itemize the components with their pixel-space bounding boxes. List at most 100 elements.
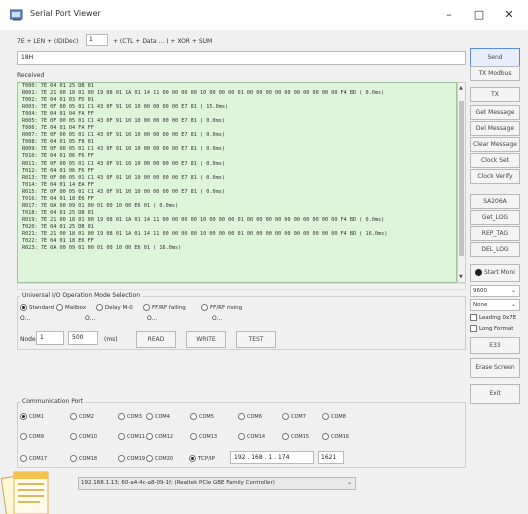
sidebar-button-rep-tag[interactable]: REP_TAG [470,226,520,241]
comm-port-radio[interactable] [20,433,27,440]
sidebar-button-tx[interactable]: TX [470,87,520,102]
comm-port-radio[interactable] [322,413,329,420]
log-line: T008: 7E 04 01 05 F8 01 [22,139,94,146]
title-bar: Serial Port Viewer – □ ✕ [0,0,528,30]
minimize-button[interactable]: – [435,5,463,25]
comm-port-radio[interactable] [146,455,153,462]
io-mode-option-2[interactable]: O... [147,315,157,322]
log-line: R019: 7E 21 00 18 01 00 19 08 01 1A 01 1… [22,216,385,223]
comm-port-radio[interactable] [190,433,197,440]
comm-port-radio[interactable] [322,433,329,440]
id-input[interactable]: 1 [86,34,108,46]
comm-port-radio[interactable] [70,455,77,462]
io-mode-title: Universal I/O Operation Mode Selection [20,292,143,299]
tcpip-label: TCP/IP [198,456,215,462]
io-mode-radio[interactable] [201,304,208,311]
log-line: T022: 7E 04 01 18 E6 FF [22,238,94,245]
node-input[interactable]: 1 [36,331,64,345]
log-line: T020: 7E 04 01 25 DB 01 [22,223,94,230]
comm-port-radio[interactable] [70,433,77,440]
window-title: Serial Port Viewer [30,9,101,18]
comm-port-label: COM5 [199,414,214,420]
ip-input[interactable]: 192 . 168 . 1 . 174 [230,451,314,464]
adapter-select[interactable]: 192.168.1.13; 60-a4-4c-a8-09-1f; (Realte… [78,477,356,490]
received-label: Received [17,72,45,79]
sidebar-button-del-message[interactable]: Del Message [470,121,520,136]
sidebar-button-clock-verify[interactable]: Clock Verify [470,169,520,184]
sidebar-button-del-log[interactable]: DEL_LOG [470,242,520,257]
comm-port-label: COM6 [247,414,262,420]
write-button[interactable]: WRITE [186,331,226,348]
comm-port-radio[interactable] [118,413,125,420]
log-horizontal-scrollbar[interactable] [17,283,466,290]
io-mode-option-2[interactable]: O... [20,315,30,322]
exit-button[interactable]: Exit [470,384,520,404]
log-line: T004: 7E 04 01 04 FA FF [22,111,94,118]
comm-port-radio[interactable] [118,455,125,462]
formula-left-label: 7E + LEN + (IDIDec) [17,38,79,45]
long-format-label: Long Format [479,326,514,332]
sidebar-button-clock-set[interactable]: Clock Set [470,153,520,168]
comm-port-radio[interactable] [238,433,245,440]
test-button[interactable]: TEST [236,331,276,348]
send-button[interactable]: Send [470,48,520,68]
comm-port-label: COM4 [155,414,170,420]
log-line: T014: 7E 04 01 14 EA FF [22,181,94,188]
log-line: T006: 7E 04 01 04 FA FF [22,125,94,132]
io-mode-option-2[interactable]: O... [85,315,95,322]
log-line: R001: 7E 21 00 18 01 00 19 08 01 1A 01 1… [22,90,385,97]
comm-port-radio[interactable] [20,413,27,420]
comm-port-label: COM9 [29,434,44,440]
leading-checkbox[interactable] [470,314,477,321]
sidebar-button-get-log[interactable]: Get_LOG [470,210,520,225]
node-label: Node [20,336,36,343]
io-mode-option-2[interactable]: O... [212,315,222,322]
close-button[interactable]: ✕ [495,5,523,25]
log-line: T002: 7E 04 01 03 FD 01 [22,97,94,104]
long-format-checkbox[interactable] [470,325,477,332]
log-line: T010: 7E 04 01 06 F6 FF [22,153,94,160]
log-line: R017: 7E 0A 00 09 01 00 01 00 10 00 E6 0… [22,202,179,209]
erase-screen-button[interactable]: Erase Screen [470,358,520,378]
comm-port-radio[interactable] [238,413,245,420]
e33-button[interactable]: E33 [470,337,520,354]
log-line: T000: 7E 04 01 25 DB 01 [22,83,94,89]
log-line: R005: 7E 0F 00 05 01 C1 43 0F 91 10 10 0… [22,118,226,125]
delay-input[interactable]: 500 [68,331,98,345]
io-mode-radio[interactable] [56,304,63,311]
sidebar-button-sa206a[interactable]: SA206A [470,194,520,209]
sidebar-button-clear-message[interactable]: Clear Message [470,137,520,152]
port-input[interactable]: 1621 [318,451,344,464]
comm-port-radio[interactable] [146,413,153,420]
io-mode-label: FF/RF rising [210,305,243,311]
comm-port-label: COM19 [127,456,146,462]
chevron-down-icon: ⌄ [346,479,352,486]
comm-port-radio[interactable] [118,433,125,440]
log-vertical-scrollbar[interactable]: ▲ ▼ [457,82,466,283]
comm-port-label: COM16 [331,434,350,440]
read-button[interactable]: READ [136,331,176,348]
comm-port-label: COM10 [79,434,98,440]
comm-port-radio[interactable] [146,433,153,440]
tcpip-radio[interactable] [189,455,196,462]
received-log: T000: 7E 04 01 25 DB 01 R001: 7E 21 00 18… [17,82,457,283]
comm-port-label: COM17 [29,456,48,462]
sidebar-button-get-message[interactable]: Get Message [470,105,520,120]
comm-port-radio[interactable] [282,433,289,440]
comm-port-radio[interactable] [70,413,77,420]
io-mode-radio[interactable] [143,304,150,311]
comm-port-radio[interactable] [282,413,289,420]
maximize-button[interactable]: □ [465,5,493,25]
sidebar-button-tx-modbus[interactable]: TX Modbus [470,66,520,81]
io-mode-radio[interactable] [20,304,27,311]
formula-right-label: + (CTL + Data ... ) + XOR + SUM [113,38,213,45]
io-mode-radio[interactable] [96,304,103,311]
send-input[interactable]: 18H [17,51,466,65]
baud-select[interactable]: 9600 ⌄ [470,285,520,297]
start-moni-button[interactable]: Start Moni [470,264,520,282]
comm-port-label: COM13 [199,434,218,440]
comm-port-label: COM12 [155,434,174,440]
parity-select[interactable]: None ⌄ [470,299,520,311]
comm-port-radio[interactable] [20,455,27,462]
comm-port-radio[interactable] [190,413,197,420]
